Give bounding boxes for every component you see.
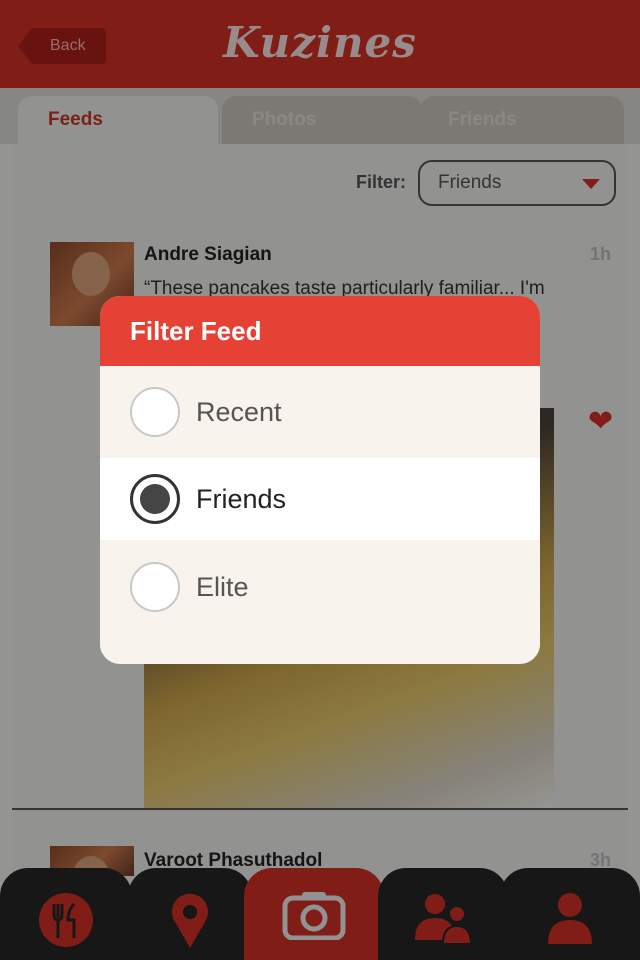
radio-button[interactable] bbox=[130, 387, 180, 437]
option-label: Recent bbox=[196, 396, 282, 427]
radio-button[interactable] bbox=[130, 562, 180, 612]
option-recent[interactable]: Recent bbox=[100, 366, 540, 458]
option-friends[interactable]: Friends bbox=[100, 458, 540, 540]
option-elite[interactable]: Elite bbox=[100, 540, 540, 654]
option-label: Friends bbox=[196, 483, 287, 514]
dialog-title: Filter Feed bbox=[100, 296, 540, 366]
option-label: Elite bbox=[196, 571, 249, 602]
radio-button-selected[interactable] bbox=[130, 474, 180, 524]
filter-feed-dialog: Filter Feed Recent Friends Elite bbox=[100, 296, 540, 664]
